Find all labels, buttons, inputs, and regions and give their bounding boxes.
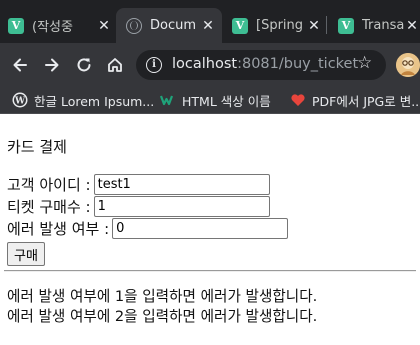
tab-separator: [326, 16, 327, 34]
page-title: 카드 결제: [7, 138, 67, 156]
tab-1[interactable]: V (작성중 ✕: [8, 8, 112, 43]
bookmark-label: HTML 색상 이름: [182, 93, 271, 109]
star-icon[interactable]: ☆: [357, 53, 372, 73]
tab-4[interactable]: V Transac ✕: [338, 8, 420, 43]
bookmark-label: PDF에서 JPG로 변...: [312, 93, 420, 109]
vuepress-v-icon: V: [8, 17, 24, 34]
error-flag-row: 에러 발생 여부 :: [7, 218, 289, 239]
url-host: localhost: [172, 56, 238, 72]
bookmark-label: 한글 Lorem Ipsum...: [34, 93, 155, 109]
close-icon[interactable]: ✕: [96, 18, 112, 34]
bookmark-item[interactable]: PDF에서 JPG로 변...: [290, 90, 420, 110]
customer-id-input[interactable]: [93, 174, 270, 195]
vuepress-v-icon: V: [338, 17, 354, 34]
wordpress-icon: W: [12, 92, 28, 108]
tab-title: Docum: [150, 18, 197, 33]
vuepress-v-icon: V: [232, 17, 248, 34]
customer-id-row: 고객 아이디 :: [7, 174, 270, 195]
close-icon[interactable]: ✕: [306, 18, 322, 34]
tab-title: Transac: [362, 18, 404, 33]
url-text[interactable]: localhost:8081/buy_ticket: [172, 56, 358, 72]
page-content: 카드 결제 고객 아이디 : 티켓 구매수 : 에러 발생 여부 : 구매 에러…: [0, 114, 420, 345]
error-note: 에러 발생 여부에 1을 입력하면 에러가 발생합니다.: [7, 288, 318, 305]
reload-icon: [77, 58, 91, 72]
profile-avatar[interactable]: [396, 53, 420, 77]
arrow-left-icon: [13, 58, 27, 72]
close-icon[interactable]: ✕: [200, 18, 216, 34]
bookmark-item[interactable]: W 한글 Lorem Ipsum...: [12, 90, 154, 110]
reload-button[interactable]: [72, 53, 96, 77]
ticket-count-input[interactable]: [93, 196, 270, 217]
close-icon[interactable]: ✕: [404, 18, 420, 34]
error-note: 에러 발생 여부에 2을 입력하면 에러가 발생합니다.: [7, 308, 318, 325]
tab-3[interactable]: V [Spring ✕: [232, 8, 322, 43]
tab-title: (작성중: [32, 20, 73, 35]
error-flag-label: 에러 발생 여부 :: [7, 220, 110, 238]
back-button[interactable]: [8, 53, 32, 77]
tab-title: [Spring: [256, 18, 304, 33]
divider: [4, 270, 416, 272]
globe-icon: [126, 17, 142, 34]
ticket-count-row: 티켓 구매수 :: [7, 196, 270, 217]
home-icon: [108, 58, 122, 72]
tab-strip: V (작성중 ✕ Docum ✕ V [Spring ✕ V Transac ✕: [0, 0, 420, 43]
avatar-icon: [396, 53, 420, 77]
buy-button[interactable]: 구매: [7, 242, 45, 266]
svg-text:W: W: [14, 97, 26, 107]
bookmarks-bar: W 한글 Lorem Ipsum... HTML 색상 이름 PDF에서 JPG…: [0, 86, 420, 114]
url-path: :8081/buy_ticket: [237, 56, 359, 72]
address-bar[interactable]: i localhost:8081/buy_ticket ☆: [136, 50, 386, 80]
heart-icon: [290, 92, 306, 108]
error-flag-input[interactable]: [112, 218, 289, 239]
bookmark-item[interactable]: HTML 색상 이름: [160, 90, 271, 110]
home-button[interactable]: [103, 53, 127, 77]
customer-id-label: 고객 아이디 :: [7, 176, 91, 194]
forward-button[interactable]: [40, 53, 64, 77]
ticket-count-label: 티켓 구매수 :: [7, 198, 91, 216]
tab-2[interactable]: Docum ✕: [116, 8, 222, 43]
arrow-right-icon: [45, 58, 59, 72]
w-logo-icon: [160, 92, 176, 108]
info-icon[interactable]: i: [146, 57, 162, 73]
